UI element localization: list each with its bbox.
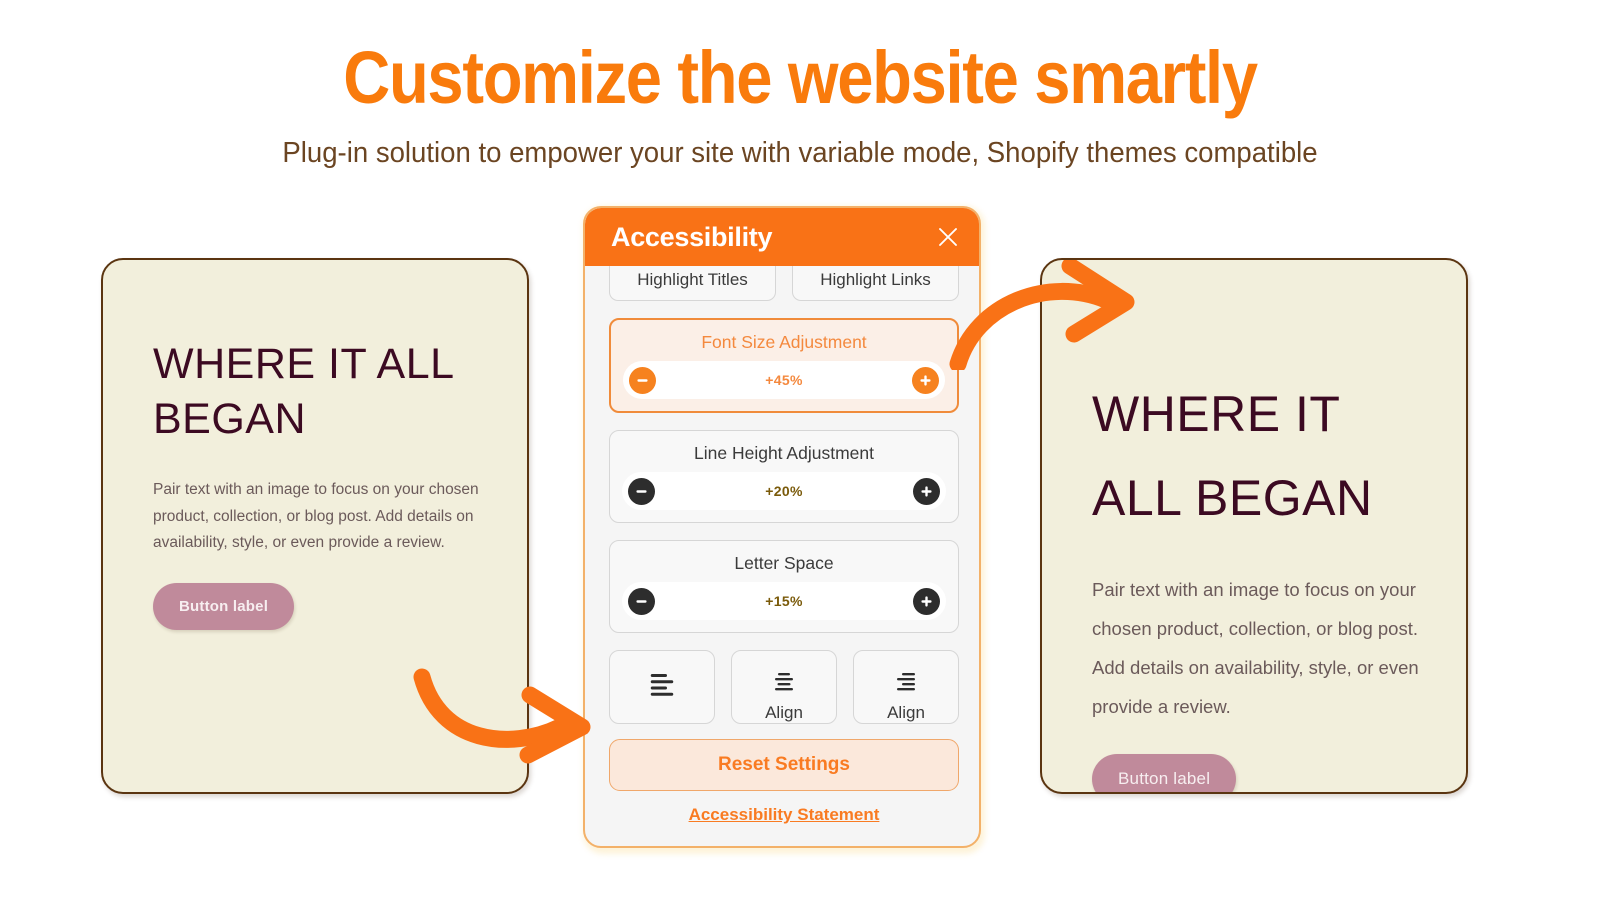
font-size-adjustment-track: +45% (623, 361, 945, 399)
minus-icon (637, 378, 648, 382)
accessibility-statement-link[interactable]: Accessibility Statement (609, 805, 959, 825)
accessibility-panel-body: Highlight Titles Highlight Links Font Si… (585, 255, 979, 846)
page-title: Customize the website smartly (343, 36, 1258, 119)
line-height-adjustment-label: Line Height Adjustment (694, 443, 874, 463)
close-icon[interactable] (935, 224, 961, 250)
after-card-content: WHERE IT ALL BEGAN Pair text with an ima… (1092, 372, 1422, 792)
line-height-adjustment: Line Height Adjustment +20% (609, 430, 959, 523)
before-card-body: Pair text with an image to focus on your… (153, 481, 479, 551)
before-preview-card: WHERE IT ALL BEGAN Pair text with an ima… (101, 258, 529, 794)
align-left-button[interactable] (609, 650, 715, 724)
minus-icon (636, 599, 647, 603)
font-size-decrease-button[interactable] (629, 366, 656, 394)
accessibility-panel-title: Accessibility (611, 221, 773, 252)
align-center-button[interactable]: Align (731, 650, 837, 724)
after-card-button[interactable]: Button label (1092, 754, 1237, 792)
letter-space-adjustment-value: +15% (765, 593, 803, 609)
font-size-increase-button[interactable] (912, 366, 939, 394)
page-root: Customize the website smartly Plug-in so… (0, 0, 1600, 900)
align-left-icon (650, 674, 674, 696)
text-align-row: Align Align (609, 650, 959, 724)
letter-space-increase-button[interactable] (913, 587, 940, 615)
align-right-label: Align (887, 703, 925, 722)
line-height-increase-button[interactable] (913, 477, 940, 505)
plus-icon (920, 374, 931, 386)
align-right-icon (897, 673, 915, 691)
plus-icon (921, 595, 932, 607)
plus-icon (921, 485, 932, 497)
after-card-heading: WHERE IT ALL BEGAN (1092, 386, 1373, 526)
after-card-body: Pair text with an image to focus on your… (1092, 579, 1419, 717)
page-subtitle: Plug-in solution to empower your site wi… (282, 137, 1318, 169)
before-card-content: WHERE IT ALL BEGAN Pair text with an ima… (153, 337, 493, 630)
line-height-adjustment-track: +20% (622, 472, 946, 510)
font-size-adjustment: Font Size Adjustment +45% (609, 318, 959, 413)
before-card-button[interactable]: Button label (153, 582, 295, 630)
line-height-decrease-button[interactable] (628, 477, 655, 505)
before-card-heading: WHERE IT ALL BEGAN (153, 340, 453, 443)
align-center-icon (775, 673, 793, 691)
after-preview-card: WHERE IT ALL BEGAN Pair text with an ima… (1040, 258, 1468, 794)
letter-space-adjustment-track: +15% (622, 582, 946, 620)
reset-settings-button[interactable]: Reset Settings (609, 739, 959, 791)
align-center-label: Align (765, 703, 803, 722)
font-size-adjustment-label: Font Size Adjustment (701, 332, 867, 352)
align-right-button[interactable]: Align (853, 650, 959, 724)
letter-space-adjustment: Letter Space +15% (609, 540, 959, 633)
accessibility-panel: Accessibility Highlight Titles Highlight… (583, 206, 981, 848)
letter-space-decrease-button[interactable] (628, 587, 655, 615)
letter-space-adjustment-label: Letter Space (734, 553, 834, 573)
accessibility-panel-header: Accessibility (585, 208, 979, 266)
minus-icon (636, 489, 647, 493)
font-size-adjustment-value: +45% (765, 372, 803, 388)
line-height-adjustment-value: +20% (765, 483, 803, 499)
